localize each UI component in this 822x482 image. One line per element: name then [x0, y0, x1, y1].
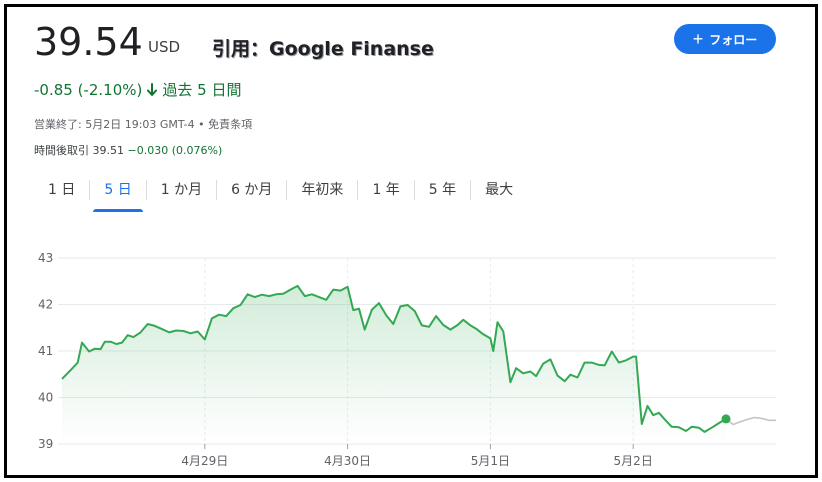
y-tick-label: 41 [38, 344, 53, 358]
y-tick-label: 42 [38, 298, 53, 312]
x-tick-label: 5月2日 [614, 454, 653, 468]
y-tick-label: 39 [38, 437, 53, 451]
price-area [62, 285, 726, 444]
price-chart[interactable]: 39 40 41 42 43 4月29日 4月30日 5月1日 5月2日 [0, 0, 822, 482]
x-tick-label: 4月29日 [181, 454, 228, 468]
current-price-marker [721, 414, 731, 424]
y-tick-label: 40 [38, 391, 53, 405]
x-tick-label: 4月30日 [324, 454, 371, 468]
x-tick-label: 5月1日 [471, 454, 510, 468]
after-hours-line [725, 416, 776, 426]
y-tick-label: 43 [38, 251, 53, 265]
